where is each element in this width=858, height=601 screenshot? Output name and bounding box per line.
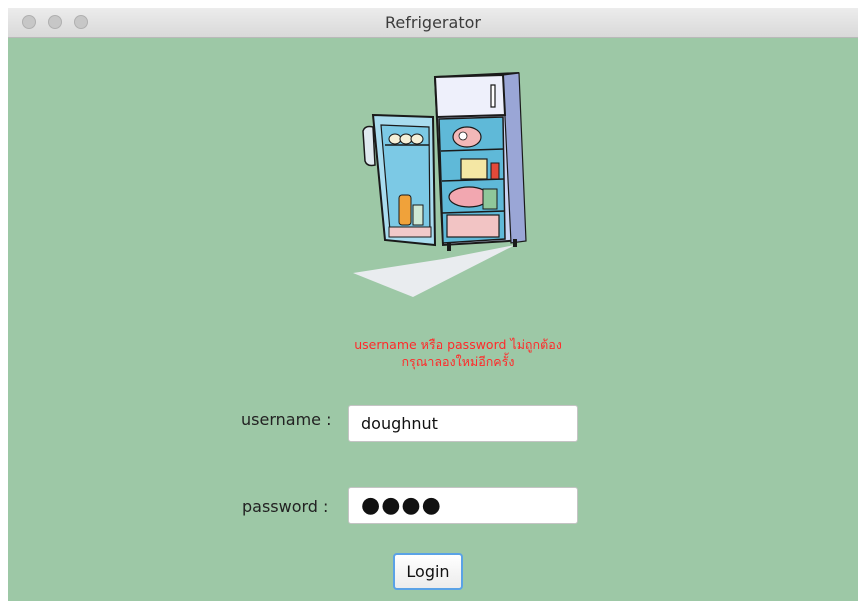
login-error-message: username หรือ password ไม่ถูกต้อง กรุณาล… — [258, 336, 658, 370]
error-line-2: กรุณาลองใหม่อีกครั้ง — [401, 354, 515, 369]
app-window: Refrigerator username หรือ password ไม่ถ… — [8, 8, 858, 601]
username-label: username : — [241, 410, 332, 429]
error-line-1: username หรือ password ไม่ถูกต้อง — [354, 337, 562, 352]
username-input[interactable] — [348, 405, 578, 442]
title-bar: Refrigerator — [8, 8, 858, 38]
window-title: Refrigerator — [385, 13, 481, 32]
password-input[interactable] — [348, 487, 578, 524]
refrigerator-icon — [353, 71, 527, 297]
password-label: password : — [242, 497, 329, 516]
login-button[interactable]: Login — [393, 553, 463, 590]
